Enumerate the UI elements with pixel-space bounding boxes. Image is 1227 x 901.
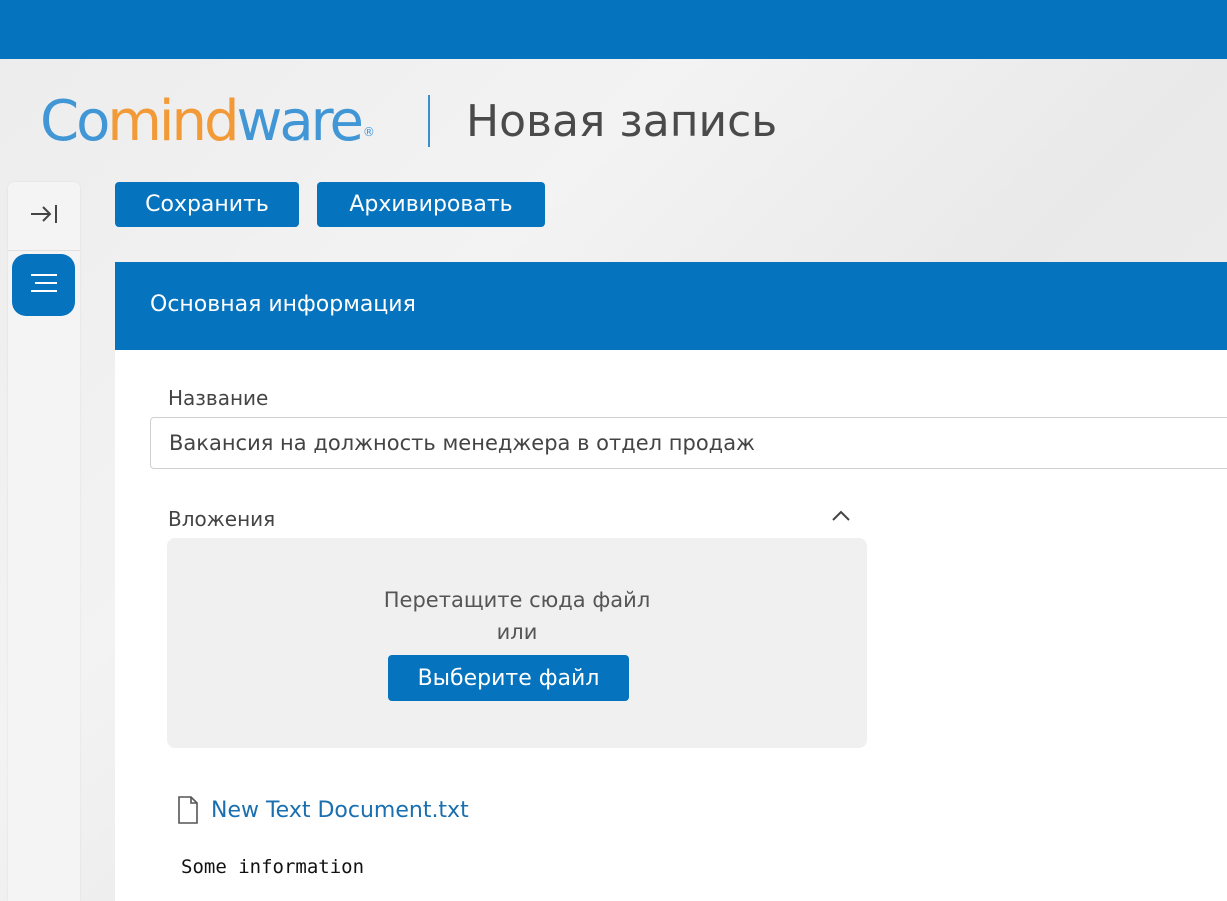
- section-header: Основная информация: [115, 262, 1227, 350]
- header-divider: [428, 95, 430, 147]
- sidebar-collapse-button[interactable]: [8, 182, 80, 251]
- attachment-item: New Text Document.txt: [177, 794, 469, 826]
- menu-icon: [29, 272, 59, 299]
- file-preview-text: Some information: [181, 856, 365, 878]
- page-title: Новая запись: [466, 96, 778, 147]
- attachments-label: Вложения: [168, 507, 276, 531]
- attachments-collapse-toggle[interactable]: [829, 506, 853, 530]
- archive-button[interactable]: Архивировать: [317, 182, 545, 227]
- sidebar-menu-button[interactable]: [12, 254, 75, 316]
- section-title: Основная информация: [150, 292, 416, 317]
- name-input[interactable]: [150, 417, 1227, 469]
- file-dropzone[interactable]: Перетащите сюда файл или Выберите файл: [167, 538, 867, 748]
- sidebar: [8, 182, 80, 901]
- save-button[interactable]: Сохранить: [115, 182, 299, 227]
- dropzone-or-text: или: [496, 620, 538, 644]
- dropzone-text: Перетащите сюда файл: [383, 588, 651, 612]
- attachment-link[interactable]: New Text Document.txt: [211, 798, 469, 823]
- form-card: Основная информация Название Вложения Пе…: [115, 262, 1227, 901]
- name-label: Название: [168, 386, 269, 410]
- choose-file-button[interactable]: Выберите файл: [388, 655, 629, 701]
- comindware-logo: Comindware ®: [40, 89, 375, 154]
- header: Comindware ® Новая запись: [0, 59, 1227, 179]
- collapse-sidebar-icon: [29, 202, 59, 231]
- file-icon: [177, 796, 199, 824]
- chevron-up-icon: [831, 509, 851, 527]
- top-bar: [0, 0, 1227, 59]
